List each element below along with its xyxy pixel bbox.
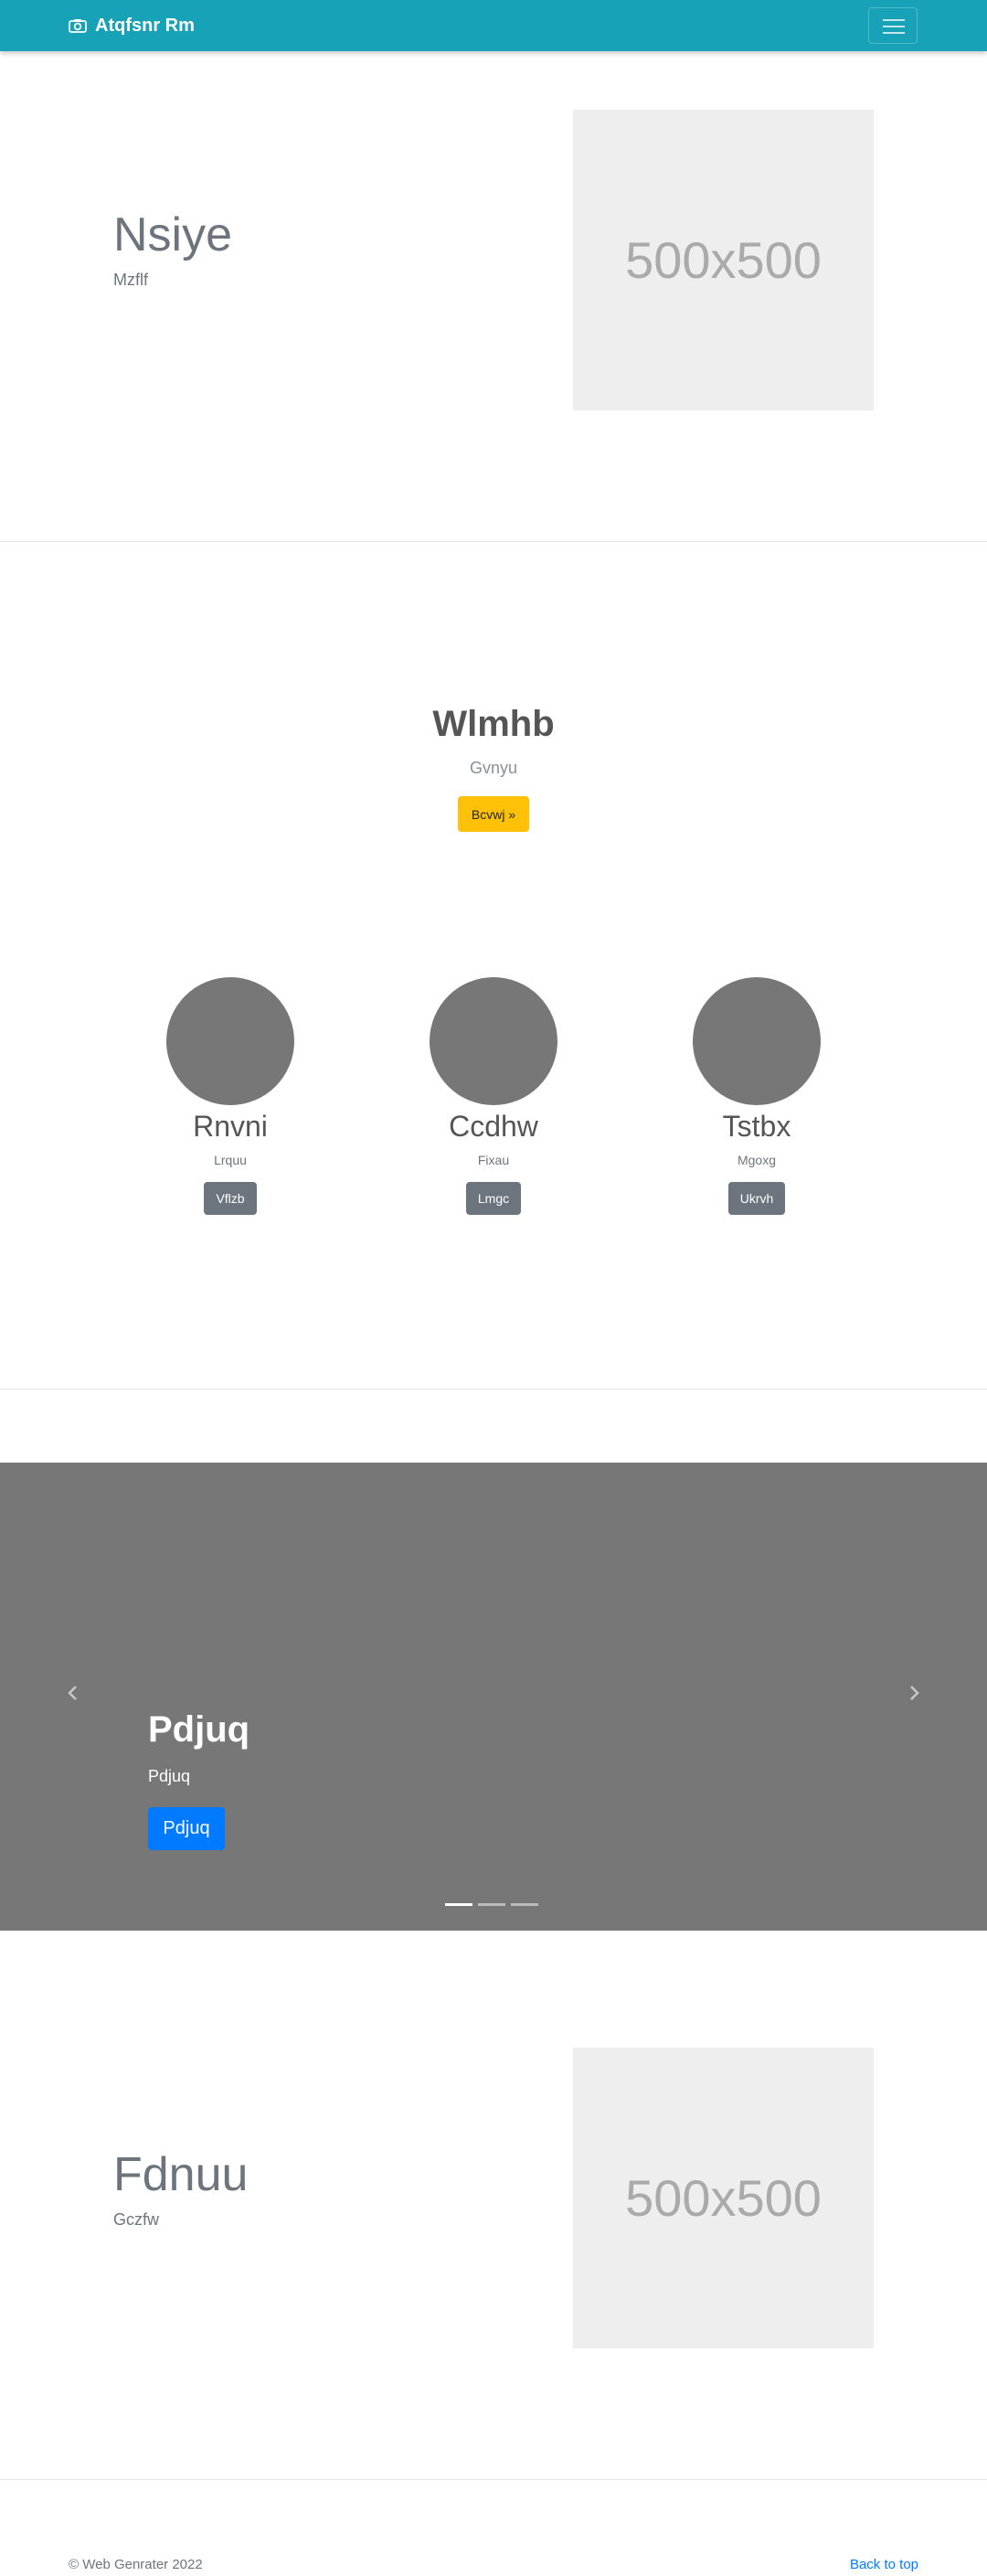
image-placeholder-text: 500x500: [625, 2169, 822, 2227]
person-name: Tstbx: [722, 1110, 791, 1143]
person-card: Ccdhw Fixau Lmgc: [402, 977, 585, 1216]
carousel: Pdjuq Pdjuq Pdjuq: [0, 1463, 987, 1931]
feature-image: 500x500: [573, 2048, 874, 2348]
carousel-indicators: [445, 1903, 544, 1906]
hero-subtitle: Gvnyu: [469, 759, 518, 777]
person-card: Rnvni Lrquu Vflzb: [139, 977, 322, 1216]
hero-title: Wlmhb: [432, 704, 555, 744]
carousel-indicator[interactable]: [478, 1903, 505, 1906]
avatar: [693, 977, 821, 1105]
feature-section-2: Fdnuu Gczfw 500x500: [0, 1931, 987, 2479]
person-button[interactable]: Vflzb: [204, 1182, 257, 1216]
carousel-caption-text: Pdjuq: [148, 1767, 191, 1785]
chevron-left-icon: [68, 1686, 77, 1700]
divider: [0, 2479, 987, 2480]
divider: [0, 541, 987, 542]
footer-copyright: © Web Genrater 2022: [69, 2557, 203, 2572]
feature-subtitle: Mzflf: [113, 271, 148, 289]
person-role: Mgoxg: [737, 1153, 777, 1168]
feature-section-1: Nsiye Mzflf 500x500: [0, 0, 987, 539]
carousel-indicator[interactable]: [511, 1903, 538, 1906]
person-name: Ccdhw: [449, 1110, 538, 1143]
person-role: Lrquu: [214, 1153, 247, 1168]
feature-title: Nsiye: [113, 208, 233, 261]
back-to-top-link[interactable]: Back to top: [850, 2557, 918, 2572]
avatar: [166, 977, 294, 1105]
carousel-indicator[interactable]: [445, 1903, 472, 1906]
person-role: Fixau: [477, 1153, 510, 1168]
feature-title: Fdnuu: [113, 2148, 249, 2201]
person-name: Rnvni: [193, 1110, 268, 1143]
person-button[interactable]: Ukrvh: [727, 1182, 786, 1216]
chevron-right-icon: [910, 1686, 919, 1700]
image-placeholder-text: 500x500: [625, 231, 822, 289]
feature-image: 500x500: [573, 110, 874, 410]
carousel-prev-button[interactable]: [64, 1684, 82, 1702]
carousel-next-button[interactable]: [905, 1684, 923, 1702]
hero-cta-button[interactable]: Bcvwj »: [458, 796, 529, 832]
carousel-caption-button[interactable]: Pdjuq: [148, 1807, 225, 1850]
avatar: [430, 977, 557, 1105]
carousel-caption-title: Pdjuq: [148, 1709, 250, 1750]
person-button[interactable]: Lmgc: [465, 1182, 522, 1216]
feature-subtitle: Gczfw: [113, 2210, 160, 2229]
person-card: Tstbx Mgoxg Ukrvh: [665, 977, 848, 1216]
